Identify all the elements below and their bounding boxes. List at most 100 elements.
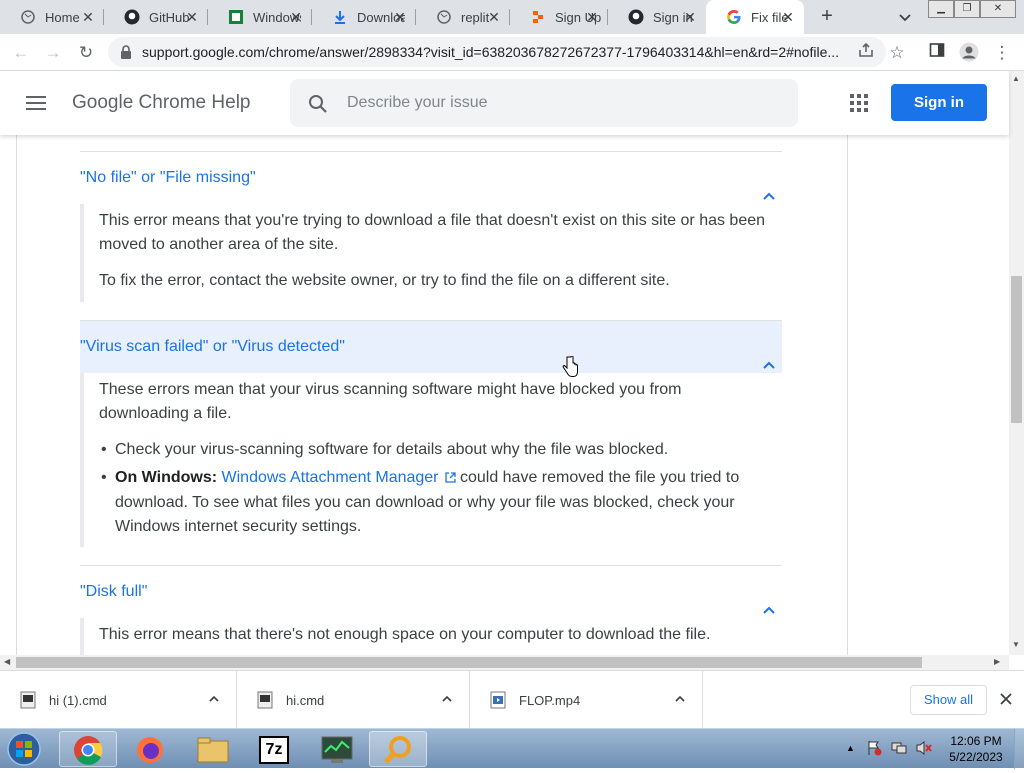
list-item: • Check your virus-scanning software for …	[101, 441, 669, 458]
network-icon[interactable]	[891, 740, 907, 756]
chevron-up-icon[interactable]	[208, 693, 220, 705]
tab-github[interactable]: GitHub ✕	[104, 0, 208, 34]
scroll-up-arrow-icon[interactable]: ▲	[1012, 74, 1020, 83]
download-item[interactable]: hi.cmd	[237, 671, 470, 729]
show-desktop-button[interactable]	[1014, 729, 1024, 769]
list-item-text: Check your virus-scanning software for d…	[115, 441, 669, 458]
chevron-up-icon[interactable]	[674, 693, 686, 705]
chevron-up-icon	[762, 340, 776, 369]
scroll-right-arrow-icon[interactable]: ▶	[994, 657, 1000, 666]
tab-windows[interactable]: Windows ✕	[208, 0, 312, 34]
task-manager-taskbar-icon[interactable]	[307, 731, 365, 767]
list-item: • On Windows: Windows Attachment Manager …	[101, 467, 740, 535]
tab-fix-file[interactable]: Fix file ✕	[706, 0, 804, 34]
scroll-left-arrow-icon[interactable]: ◀	[4, 657, 10, 666]
tray-expand-icon[interactable]: ▲	[846, 743, 855, 753]
tab-replit[interactable]: replit ✕	[416, 0, 510, 34]
scroll-down-arrow-icon[interactable]: ▼	[1012, 640, 1020, 649]
accordion-title: "No file" or "File missing"	[80, 169, 256, 186]
minimize-button[interactable]: ▁	[928, 0, 954, 18]
search-placeholder: Describe your issue	[347, 94, 488, 111]
address-bar[interactable]: support.google.com/chrome/answer/2898334…	[108, 37, 886, 67]
section-indicator	[80, 204, 84, 302]
download-filename: hi.cmd	[286, 692, 325, 708]
tab-sign-in[interactable]: Sign in ✕	[608, 0, 706, 34]
menu-kebab-icon[interactable]: ⋮	[991, 42, 1013, 64]
paragraph: This error means that you're trying to d…	[99, 212, 766, 253]
download-filename: hi (1).cmd	[49, 692, 107, 708]
chrome-taskbar-icon[interactable]	[59, 731, 117, 767]
tab-sign-up[interactable]: Sign Up ✕	[510, 0, 608, 34]
browser-toolbar: ← → ↻ support.google.com/chrome/answer/2…	[0, 34, 1024, 71]
close-tab-icon[interactable]: ✕	[584, 9, 600, 25]
firefox-taskbar-icon[interactable]	[121, 731, 179, 767]
tab-strip: Home ✕ GitHub ✕ Windows ✕ Downloads ✕ re…	[0, 0, 1024, 34]
bookmark-star-icon[interactable]: ☆	[886, 42, 908, 64]
globe-icon	[436, 9, 452, 25]
accordion-virus-scan[interactable]: "Virus scan failed" or "Virus detected"	[80, 321, 782, 373]
google-icon	[726, 9, 742, 25]
close-tab-icon[interactable]: ✕	[184, 9, 200, 25]
cmd-file-icon	[20, 691, 36, 709]
tab-home[interactable]: Home ✕	[0, 0, 104, 34]
cmd-file-icon	[257, 691, 273, 709]
file-explorer-taskbar-icon[interactable]	[183, 731, 241, 767]
back-arrow-icon[interactable]: ←	[10, 42, 32, 64]
lock-icon	[120, 45, 132, 59]
globe-icon	[20, 9, 36, 25]
download-item[interactable]: FLOP.mp4	[470, 671, 703, 729]
action-center-flag-icon[interactable]	[866, 740, 882, 756]
search-input[interactable]: Describe your issue	[290, 79, 798, 127]
apps-grid-icon[interactable]	[850, 94, 868, 112]
restore-button[interactable]: ❐	[954, 0, 980, 18]
chevron-down-icon[interactable]	[896, 8, 914, 26]
search-app-taskbar-icon[interactable]	[369, 731, 427, 767]
close-icon[interactable]	[999, 692, 1013, 706]
close-window-button[interactable]: ✕	[980, 0, 1016, 18]
profile-avatar-icon[interactable]	[958, 42, 980, 64]
download-filename: FLOP.mp4	[519, 692, 581, 708]
accordion-no-file[interactable]: "No file" or "File missing"	[80, 152, 782, 204]
vertical-scroll-thumb[interactable]	[1011, 276, 1022, 423]
paragraph: These errors mean that your virus scanni…	[99, 381, 682, 422]
download-shelf: hi (1).cmd hi.cmd FLOP.mp4 Show all	[0, 670, 1024, 729]
close-tab-icon[interactable]: ✕	[780, 9, 796, 25]
close-tab-icon[interactable]: ✕	[80, 9, 96, 25]
windows-attachment-manager-link[interactable]: Windows Attachment Manager	[222, 469, 439, 486]
windows-taskbar: 7z ▲ 12:06 PM 5/22/2023	[0, 728, 1024, 769]
horizontal-scrollbar[interactable]: ◀ ▶	[0, 655, 1009, 670]
sign-in-button[interactable]: Sign in	[891, 84, 987, 121]
close-tab-icon[interactable]: ✕	[682, 9, 698, 25]
close-tab-icon[interactable]: ✕	[392, 9, 408, 25]
start-button-icon[interactable]	[4, 730, 44, 768]
help-center-header: Google Chrome Help Describe your issue S…	[0, 71, 1009, 135]
sheet-icon	[228, 9, 244, 25]
tab-downloads[interactable]: Downloads ✕	[312, 0, 416, 34]
close-tab-icon[interactable]: ✕	[486, 9, 502, 25]
download-item[interactable]: hi (1).cmd	[0, 671, 237, 729]
vertical-scrollbar[interactable]: ▲ ▼	[1009, 71, 1024, 655]
forward-arrow-icon[interactable]: →	[42, 42, 64, 64]
reload-icon[interactable]: ↻	[75, 42, 97, 64]
horizontal-scroll-thumb[interactable]	[16, 657, 922, 668]
new-tab-button[interactable]: +	[816, 6, 838, 28]
accordion-title: "Virus scan failed" or "Virus detected"	[80, 338, 345, 355]
external-link-icon	[444, 467, 456, 491]
accordion-disk-full[interactable]: "Disk full"	[80, 566, 782, 618]
video-file-icon	[490, 691, 506, 709]
list-item-bold: On Windows:	[115, 469, 218, 486]
chevron-up-icon[interactable]	[441, 693, 453, 705]
close-tab-icon[interactable]: ✕	[288, 9, 304, 25]
system-clock[interactable]: 12:06 PM 5/22/2023	[940, 733, 1012, 765]
show-all-button[interactable]: Show all	[910, 685, 987, 715]
hand-cursor-icon	[562, 355, 578, 378]
paragraph: To fix the error, contact the website ow…	[99, 272, 670, 289]
side-panel-icon[interactable]	[926, 42, 948, 64]
hamburger-menu-icon[interactable]	[26, 95, 46, 111]
7zip-taskbar-icon[interactable]: 7z	[245, 731, 303, 767]
chevron-up-icon	[762, 585, 776, 614]
share-icon[interactable]	[855, 42, 877, 64]
volume-muted-icon[interactable]	[915, 740, 933, 756]
section-indicator	[80, 618, 84, 655]
article-content: "No file" or "File missing" This error m…	[0, 135, 1009, 655]
